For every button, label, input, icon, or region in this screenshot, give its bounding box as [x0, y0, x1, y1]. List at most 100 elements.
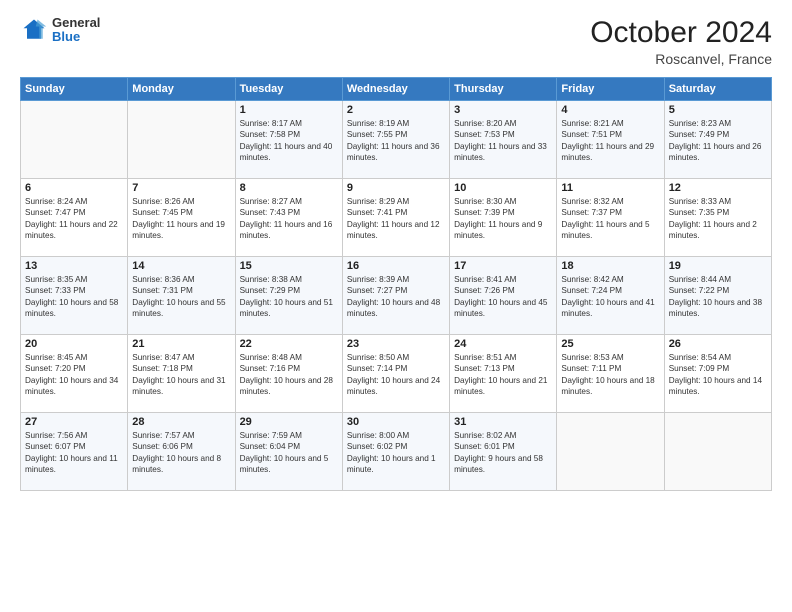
calendar-cell: 26 Sunrise: 8:54 AM Sunset: 7:09 PM Dayli… — [664, 335, 771, 413]
calendar-cell: 12 Sunrise: 8:33 AM Sunset: 7:35 PM Dayli… — [664, 179, 771, 257]
calendar-cell: 17Sunrise: 8:41 AM Sunset: 7:26 PM Dayli… — [450, 257, 557, 335]
logo-icon — [20, 16, 48, 44]
calendar-cell: 18Sunrise: 8:42 AM Sunset: 7:24 PM Dayli… — [557, 257, 664, 335]
cell-content: Sunrise: 8:33 AM Sunset: 7:35 PM Dayligh… — [669, 196, 767, 242]
day-number: 11 — [561, 182, 659, 194]
day-number: 3 — [454, 104, 552, 116]
calendar-cell: 1Sunrise: 8:17 AM Sunset: 7:58 PM Daylig… — [235, 101, 342, 179]
cell-content: Sunrise: 8:39 AM Sunset: 7:27 PM Dayligh… — [347, 274, 445, 320]
day-number: 29 — [240, 416, 338, 428]
cell-content: Sunrise: 8:20 AM Sunset: 7:53 PM Dayligh… — [454, 118, 552, 164]
weekday-header: Thursday — [450, 78, 557, 101]
calendar-cell: 14Sunrise: 8:36 AM Sunset: 7:31 PM Dayli… — [128, 257, 235, 335]
cell-content: Sunrise: 8:38 AM Sunset: 7:29 PM Dayligh… — [240, 274, 338, 320]
month-title: October 2024 — [590, 16, 772, 49]
title-block: October 2024 Roscanvel, France — [590, 16, 772, 67]
cell-content: Sunrise: 7:56 AM Sunset: 6:07 PM Dayligh… — [25, 430, 123, 476]
cell-content: Sunrise: 8:32 AM Sunset: 7:37 PM Dayligh… — [561, 196, 659, 242]
day-number: 20 — [25, 338, 123, 350]
calendar-cell: 20 Sunrise: 8:45 AM Sunset: 7:20 PM Dayli… — [21, 335, 128, 413]
calendar-cell — [21, 101, 128, 179]
day-number: 26 — [669, 338, 767, 350]
calendar-cell: 13 Sunrise: 8:35 AM Sunset: 7:33 PM Dayli… — [21, 257, 128, 335]
day-number: 30 — [347, 416, 445, 428]
day-number: 5 — [669, 104, 767, 116]
cell-content: Sunrise: 8:30 AM Sunset: 7:39 PM Dayligh… — [454, 196, 552, 242]
cell-content: Sunrise: 8:00 AM Sunset: 6:02 PM Dayligh… — [347, 430, 445, 476]
cell-content: Sunrise: 8:54 AM Sunset: 7:09 PM Dayligh… — [669, 352, 767, 398]
day-number: 8 — [240, 182, 338, 194]
cell-content: Sunrise: 7:59 AM Sunset: 6:04 PM Dayligh… — [240, 430, 338, 476]
day-number: 21 — [132, 338, 230, 350]
day-number: 13 — [25, 260, 123, 272]
calendar-cell — [128, 101, 235, 179]
day-number: 1 — [240, 104, 338, 116]
calendar-cell: 15 Sunrise: 8:38 AM Sunset: 7:29 PM Dayli… — [235, 257, 342, 335]
calendar-cell: 3 Sunrise: 8:20 AM Sunset: 7:53 PM Daylig… — [450, 101, 557, 179]
day-number: 10 — [454, 182, 552, 194]
day-number: 24 — [454, 338, 552, 350]
day-number: 27 — [25, 416, 123, 428]
cell-content: Sunrise: 8:44 AM Sunset: 7:22 PM Dayligh… — [669, 274, 767, 320]
day-number: 17 — [454, 260, 552, 272]
calendar-cell: 7Sunrise: 8:26 AM Sunset: 7:45 PM Daylig… — [128, 179, 235, 257]
calendar-cell: 10 Sunrise: 8:30 AM Sunset: 7:39 PM Dayli… — [450, 179, 557, 257]
calendar-cell: 4Sunrise: 8:21 AM Sunset: 7:51 PM Daylig… — [557, 101, 664, 179]
calendar-cell: 24Sunrise: 8:51 AM Sunset: 7:13 PM Dayli… — [450, 335, 557, 413]
day-number: 6 — [25, 182, 123, 194]
calendar-cell: 25 Sunrise: 8:53 AM Sunset: 7:11 PM Dayli… — [557, 335, 664, 413]
weekday-header: Wednesday — [342, 78, 449, 101]
calendar-cell — [557, 413, 664, 491]
day-number: 2 — [347, 104, 445, 116]
weekday-header: Friday — [557, 78, 664, 101]
calendar-week-row: 13 Sunrise: 8:35 AM Sunset: 7:33 PM Dayli… — [21, 257, 772, 335]
calendar-week-row: 27 Sunrise: 7:56 AM Sunset: 6:07 PM Dayli… — [21, 413, 772, 491]
calendar-cell: 27 Sunrise: 7:56 AM Sunset: 6:07 PM Dayli… — [21, 413, 128, 491]
day-number: 12 — [669, 182, 767, 194]
cell-content: Sunrise: 8:23 AM Sunset: 7:49 PM Dayligh… — [669, 118, 767, 164]
cell-content: Sunrise: 8:36 AM Sunset: 7:31 PM Dayligh… — [132, 274, 230, 320]
cell-content: Sunrise: 8:29 AM Sunset: 7:41 PM Dayligh… — [347, 196, 445, 242]
calendar-cell — [664, 413, 771, 491]
weekday-header: Sunday — [21, 78, 128, 101]
day-number: 25 — [561, 338, 659, 350]
weekday-header-row: SundayMondayTuesdayWednesdayThursdayFrid… — [21, 78, 772, 101]
calendar-cell: 6Sunrise: 8:24 AM Sunset: 7:47 PM Daylig… — [21, 179, 128, 257]
cell-content: Sunrise: 8:50 AM Sunset: 7:14 PM Dayligh… — [347, 352, 445, 398]
cell-content: Sunrise: 8:45 AM Sunset: 7:20 PM Dayligh… — [25, 352, 123, 398]
header: General Blue October 2024 Roscanvel, Fra… — [20, 16, 772, 67]
cell-content: Sunrise: 8:27 AM Sunset: 7:43 PM Dayligh… — [240, 196, 338, 242]
page: General Blue October 2024 Roscanvel, Fra… — [0, 0, 792, 612]
calendar-week-row: 6Sunrise: 8:24 AM Sunset: 7:47 PM Daylig… — [21, 179, 772, 257]
calendar-cell: 19 Sunrise: 8:44 AM Sunset: 7:22 PM Dayli… — [664, 257, 771, 335]
day-number: 9 — [347, 182, 445, 194]
calendar-cell: 5 Sunrise: 8:23 AM Sunset: 7:49 PM Daylig… — [664, 101, 771, 179]
calendar-cell: 16 Sunrise: 8:39 AM Sunset: 7:27 PM Dayli… — [342, 257, 449, 335]
cell-content: Sunrise: 8:53 AM Sunset: 7:11 PM Dayligh… — [561, 352, 659, 398]
day-number: 28 — [132, 416, 230, 428]
cell-content: Sunrise: 8:35 AM Sunset: 7:33 PM Dayligh… — [25, 274, 123, 320]
weekday-header: Monday — [128, 78, 235, 101]
day-number: 19 — [669, 260, 767, 272]
logo-text: General Blue — [52, 16, 100, 45]
logo: General Blue — [20, 16, 100, 45]
day-number: 23 — [347, 338, 445, 350]
weekday-header: Saturday — [664, 78, 771, 101]
logo-blue-text: Blue — [52, 30, 100, 44]
day-number: 4 — [561, 104, 659, 116]
calendar-cell: 2 Sunrise: 8:19 AM Sunset: 7:55 PM Daylig… — [342, 101, 449, 179]
day-number: 15 — [240, 260, 338, 272]
day-number: 16 — [347, 260, 445, 272]
calendar-cell: 31Sunrise: 8:02 AM Sunset: 6:01 PM Dayli… — [450, 413, 557, 491]
day-number: 22 — [240, 338, 338, 350]
calendar-cell: 23 Sunrise: 8:50 AM Sunset: 7:14 PM Dayli… — [342, 335, 449, 413]
calendar-cell: 11 Sunrise: 8:32 AM Sunset: 7:37 PM Dayli… — [557, 179, 664, 257]
cell-content: Sunrise: 8:19 AM Sunset: 7:55 PM Dayligh… — [347, 118, 445, 164]
calendar-table: SundayMondayTuesdayWednesdayThursdayFrid… — [20, 77, 772, 491]
calendar-week-row: 1Sunrise: 8:17 AM Sunset: 7:58 PM Daylig… — [21, 101, 772, 179]
day-number: 7 — [132, 182, 230, 194]
day-number: 31 — [454, 416, 552, 428]
location: Roscanvel, France — [590, 51, 772, 67]
calendar-cell: 8 Sunrise: 8:27 AM Sunset: 7:43 PM Daylig… — [235, 179, 342, 257]
weekday-header: Tuesday — [235, 78, 342, 101]
